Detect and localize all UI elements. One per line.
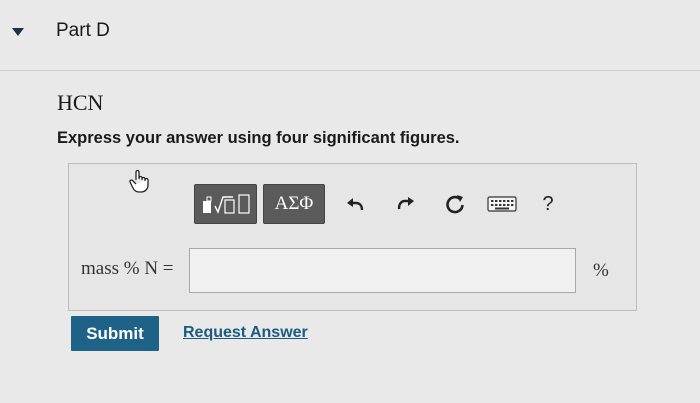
undo-icon [347,198,364,211]
help-icon: ? [542,192,554,215]
hand-cursor-icon [129,169,149,193]
answer-input[interactable] [189,248,576,293]
symbols-button[interactable]: ΑΣΦ [263,184,325,224]
keyboard-icon [487,196,517,212]
redo-icon [397,197,414,210]
symbols-label: ΑΣΦ [274,193,314,214]
question-formula: HCN [57,90,104,115]
reset-button[interactable] [441,190,469,218]
part-title: Part D [56,20,110,41]
help-button[interactable]: ? [534,190,562,218]
divider [0,70,700,71]
answer-label: mass % N = [81,258,174,279]
redo-button[interactable] [392,190,420,218]
templates-button[interactable] [194,184,257,224]
submit-button[interactable]: Submit [71,316,159,351]
caret-down-icon [12,28,24,36]
answer-unit: % [593,260,609,281]
keyboard-button[interactable] [486,190,518,218]
answer-panel: ΑΣΦ ? mass % N = % [68,163,637,311]
undo-button[interactable] [341,190,369,218]
collapse-toggle[interactable] [10,22,30,42]
reset-icon [446,195,464,214]
request-answer-link[interactable]: Request Answer [183,324,308,342]
question-instruction: Express your answer using four significa… [57,129,460,147]
templates-icon [202,194,250,214]
